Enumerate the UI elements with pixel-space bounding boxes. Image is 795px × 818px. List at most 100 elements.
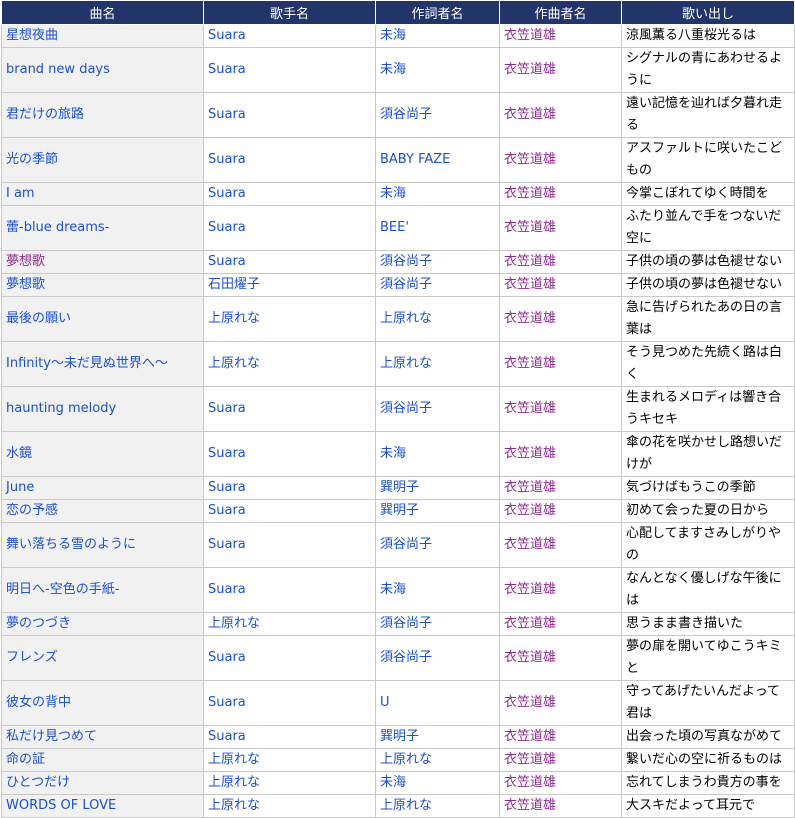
- lyricist-link[interactable]: 須谷尚子: [380, 616, 432, 631]
- song-link[interactable]: 夢のつづき: [6, 616, 71, 631]
- lyricist-link[interactable]: 巽明子: [380, 480, 419, 495]
- composer-link[interactable]: 衣笠道雄: [504, 28, 556, 43]
- composer-link[interactable]: 衣笠道雄: [504, 401, 556, 416]
- song-link[interactable]: 最後の願い: [6, 311, 71, 326]
- singer-link[interactable]: Suara: [208, 254, 246, 269]
- lyricist-link[interactable]: 須谷尚子: [380, 650, 432, 665]
- singer-link[interactable]: Suara: [208, 537, 246, 552]
- composer-link[interactable]: 衣笠道雄: [504, 152, 556, 167]
- composer-link[interactable]: 衣笠道雄: [504, 62, 556, 77]
- singer-link[interactable]: 石田燿子: [208, 277, 260, 292]
- composer-link[interactable]: 衣笠道雄: [504, 220, 556, 235]
- singer-link[interactable]: Suara: [208, 695, 246, 710]
- song-link[interactable]: 舞い落ちる雪のように: [6, 537, 136, 552]
- lyricist-link[interactable]: 須谷尚子: [380, 537, 432, 552]
- lyricist-link[interactable]: 未海: [380, 186, 406, 201]
- singer-link[interactable]: 上原れな: [208, 775, 260, 790]
- header-song[interactable]: 曲名: [1, 0, 204, 25]
- song-link[interactable]: 夢想歌: [6, 254, 45, 269]
- lyricist-link[interactable]: 未海: [380, 62, 406, 77]
- composer-link[interactable]: 衣笠道雄: [504, 254, 556, 269]
- header-singer[interactable]: 歌手名: [203, 0, 376, 25]
- composer-link[interactable]: 衣笠道雄: [504, 503, 556, 518]
- singer-link[interactable]: Suara: [208, 729, 246, 744]
- singer-link[interactable]: Suara: [208, 582, 246, 597]
- song-link[interactable]: 星想夜曲: [6, 28, 58, 43]
- singer-link[interactable]: Suara: [208, 446, 246, 461]
- header-first-line[interactable]: 歌い出し: [621, 0, 795, 25]
- singer-link[interactable]: 上原れな: [208, 798, 260, 813]
- singer-link[interactable]: 上原れな: [208, 616, 260, 631]
- composer-link[interactable]: 衣笠道雄: [504, 616, 556, 631]
- singer-link[interactable]: Suara: [208, 401, 246, 416]
- lyricist-link[interactable]: 須谷尚子: [380, 277, 432, 292]
- song-link[interactable]: haunting melody: [6, 401, 116, 416]
- song-link[interactable]: 命の証: [6, 752, 45, 767]
- composer-link[interactable]: 衣笠道雄: [504, 775, 556, 790]
- singer-link[interactable]: Suara: [208, 186, 246, 201]
- singer-link[interactable]: Suara: [208, 220, 246, 235]
- table-row: haunting melody Suara 須谷尚子 衣笠道雄 生まれるメロディは響き合…: [1, 386, 795, 432]
- lyricist-link[interactable]: 上原れな: [380, 311, 432, 326]
- composer-link[interactable]: 衣笠道雄: [504, 446, 556, 461]
- song-link[interactable]: brand new days: [6, 62, 110, 77]
- lyricist-link[interactable]: U: [380, 695, 390, 710]
- lyricist-link[interactable]: 須谷尚子: [380, 107, 432, 122]
- cell-lyricist: 巽明子: [375, 725, 500, 749]
- singer-link[interactable]: Suara: [208, 28, 246, 43]
- singer-link[interactable]: Suara: [208, 107, 246, 122]
- composer-link[interactable]: 衣笠道雄: [504, 695, 556, 710]
- singer-link[interactable]: 上原れな: [208, 752, 260, 767]
- song-link[interactable]: 明日へ-空色の手紙-: [6, 582, 119, 597]
- cell-first-line: 夢の扉を開いてゆこうキミと: [621, 635, 795, 681]
- song-link[interactable]: 蕾-blue dreams-: [6, 220, 109, 235]
- song-link[interactable]: 水鏡: [6, 446, 32, 461]
- lyricist-link[interactable]: 須谷尚子: [380, 401, 432, 416]
- composer-link[interactable]: 衣笠道雄: [504, 729, 556, 744]
- composer-link[interactable]: 衣笠道雄: [504, 480, 556, 495]
- lyricist-link[interactable]: BEE': [380, 220, 409, 235]
- lyricist-link[interactable]: 巽明子: [380, 729, 419, 744]
- composer-link[interactable]: 衣笠道雄: [504, 582, 556, 597]
- singer-link[interactable]: 上原れな: [208, 311, 260, 326]
- song-link[interactable]: I am: [6, 186, 35, 201]
- composer-link[interactable]: 衣笠道雄: [504, 798, 556, 813]
- singer-link[interactable]: Suara: [208, 480, 246, 495]
- composer-link[interactable]: 衣笠道雄: [504, 537, 556, 552]
- composer-link[interactable]: 衣笠道雄: [504, 186, 556, 201]
- lyricist-link[interactable]: 未海: [380, 446, 406, 461]
- song-link[interactable]: WORDS OF LOVE: [6, 798, 116, 813]
- lyricist-link[interactable]: 須谷尚子: [380, 254, 432, 269]
- singer-link[interactable]: Suara: [208, 152, 246, 167]
- song-link[interactable]: June: [6, 480, 34, 495]
- lyricist-link[interactable]: BABY FAZE: [380, 152, 450, 167]
- song-link[interactable]: 彼女の背中: [6, 695, 71, 710]
- song-link[interactable]: 夢想歌: [6, 277, 45, 292]
- lyricist-link[interactable]: 上原れな: [380, 356, 432, 371]
- song-link[interactable]: Infinity～未だ見ぬ世界へ～: [6, 356, 168, 371]
- song-link[interactable]: フレンズ: [6, 650, 58, 665]
- song-link[interactable]: 私だけ見つめて: [6, 729, 97, 744]
- composer-link[interactable]: 衣笠道雄: [504, 277, 556, 292]
- lyricist-link[interactable]: 巽明子: [380, 503, 419, 518]
- singer-link[interactable]: 上原れな: [208, 356, 260, 371]
- composer-link[interactable]: 衣笠道雄: [504, 650, 556, 665]
- header-composer[interactable]: 作曲者名: [499, 0, 622, 25]
- lyricist-link[interactable]: 未海: [380, 28, 406, 43]
- composer-link[interactable]: 衣笠道雄: [504, 107, 556, 122]
- song-link[interactable]: ひとつだけ: [6, 775, 70, 790]
- header-lyricist[interactable]: 作詞者名: [375, 0, 500, 25]
- lyricist-link[interactable]: 未海: [380, 775, 406, 790]
- singer-link[interactable]: Suara: [208, 650, 246, 665]
- lyricist-link[interactable]: 未海: [380, 582, 406, 597]
- composer-link[interactable]: 衣笠道雄: [504, 356, 556, 371]
- song-link[interactable]: 恋の予感: [6, 503, 58, 518]
- singer-link[interactable]: Suara: [208, 62, 246, 77]
- lyricist-link[interactable]: 上原れな: [380, 752, 432, 767]
- singer-link[interactable]: Suara: [208, 503, 246, 518]
- composer-link[interactable]: 衣笠道雄: [504, 752, 556, 767]
- lyricist-link[interactable]: 上原れな: [380, 798, 432, 813]
- composer-link[interactable]: 衣笠道雄: [504, 311, 556, 326]
- song-link[interactable]: 君だけの旅路: [6, 107, 84, 122]
- song-link[interactable]: 光の季節: [6, 152, 58, 167]
